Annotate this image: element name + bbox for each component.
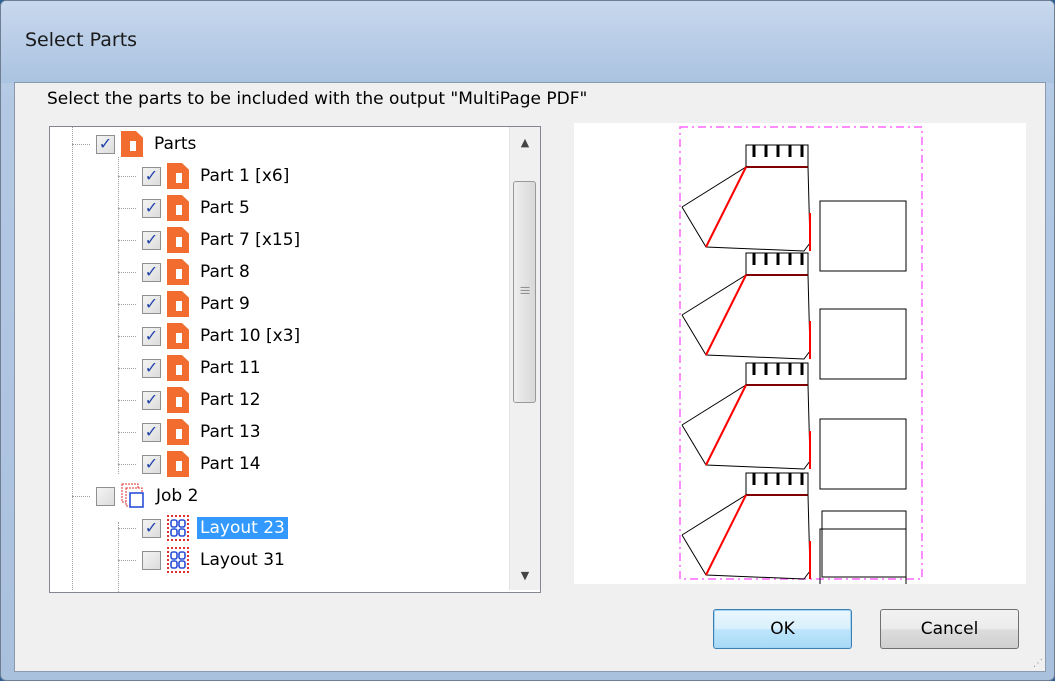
nest-group xyxy=(680,251,908,381)
tree-item-label: Part 14 xyxy=(200,454,261,474)
dialog-title: Select Parts xyxy=(25,29,138,51)
nest-preview-drawing xyxy=(679,126,923,601)
tree-connector xyxy=(118,176,136,177)
rect-part xyxy=(819,200,907,272)
checkbox-checked[interactable]: ✓ xyxy=(142,518,161,538)
part-icon xyxy=(167,323,189,349)
tree-connector xyxy=(118,400,136,401)
tree-item-label: Layout 23 xyxy=(197,517,288,539)
scroll-up-arrow-icon[interactable]: ▲ xyxy=(510,127,540,157)
rect-part xyxy=(821,510,907,578)
checkbox-checked[interactable]: ✓ xyxy=(142,166,161,186)
tree-connector xyxy=(118,240,136,241)
tree-connector xyxy=(118,432,136,433)
instruction-text: Select the parts to be included with the… xyxy=(47,89,588,109)
tree-item-label: Part 5 xyxy=(200,198,250,218)
part-icon xyxy=(167,195,189,221)
part-icon xyxy=(167,355,189,381)
tree-item[interactable]: ✓ Part 11 xyxy=(142,352,264,384)
checkbox-checked[interactable]: ✓ xyxy=(142,422,161,442)
tree-item[interactable]: ✓ Part 5 xyxy=(142,192,253,224)
tree-item[interactable]: ✓ Part 12 xyxy=(142,384,264,416)
part-icon xyxy=(167,227,189,253)
tree-item-label: Part 11 xyxy=(200,358,261,378)
checkbox-checked[interactable]: ✓ xyxy=(142,262,161,282)
checkbox-checked[interactable]: ✓ xyxy=(142,294,161,314)
tree-connector xyxy=(72,144,90,145)
nest-group xyxy=(681,144,907,272)
tree-item[interactable]: ✓ Layout 23 xyxy=(142,512,288,544)
tree-item[interactable]: ✓ Part 7 [x15] xyxy=(142,224,303,256)
nest-group xyxy=(680,361,908,491)
tree-item[interactable]: ✓ Part 14 xyxy=(142,448,264,480)
tree-connector xyxy=(118,560,136,561)
nest-group xyxy=(680,471,908,601)
dialog-body: Select the parts to be included with the… xyxy=(14,82,1046,672)
tree-connector xyxy=(118,464,136,465)
tree-connector xyxy=(118,304,136,305)
tree-connector xyxy=(118,272,136,273)
checkbox-checked[interactable]: ✓ xyxy=(142,230,161,250)
tree-connector xyxy=(118,528,136,529)
part-icon xyxy=(167,291,189,317)
checkbox-unchecked[interactable] xyxy=(142,550,161,570)
tree-item[interactable]: Layout 31 xyxy=(142,544,288,576)
tree-item[interactable]: ✓ Part 1 [x6] xyxy=(142,160,292,192)
tree-item[interactable]: ✓ Part 8 xyxy=(142,256,253,288)
wedge-part xyxy=(681,166,811,252)
grip-icon: — — — xyxy=(520,282,530,299)
job-icon xyxy=(121,483,145,509)
layout-icon xyxy=(167,515,189,541)
part-icon xyxy=(167,387,189,413)
scroll-down-arrow-icon[interactable]: ▼ xyxy=(510,560,540,590)
tree-connector xyxy=(118,208,136,209)
ok-button[interactable]: OK xyxy=(713,609,852,649)
tree-item[interactable]: ✓ Parts xyxy=(96,128,199,160)
tree-item-label: Part 10 [x3] xyxy=(200,326,301,346)
checkbox-checked[interactable]: ✓ xyxy=(142,390,161,410)
checkbox-checked[interactable]: ✓ xyxy=(142,326,161,346)
tree-item-label: Part 13 xyxy=(200,422,261,442)
layout-icon xyxy=(167,547,189,573)
layout-preview xyxy=(574,123,1026,601)
part-icon xyxy=(121,131,143,157)
tree-item-label: Part 12 xyxy=(200,390,261,410)
checkbox-checked[interactable]: ✓ xyxy=(142,358,161,378)
tree-item-label: Layout 31 xyxy=(200,550,285,570)
parts-tree[interactable]: ✓ Parts ✓ Part 1 [x6] ✓ Part 5 ✓ Part 7 [x15] ✓ P… xyxy=(49,126,541,593)
checkbox-checked[interactable]: ✓ xyxy=(96,134,115,154)
part-icon xyxy=(167,259,189,285)
tree-item-label: Part 7 [x15] xyxy=(200,230,301,250)
tree-item[interactable]: ✓ Part 9 xyxy=(142,288,253,320)
tree-connector xyxy=(118,368,136,369)
part-icon xyxy=(167,163,189,189)
tree-connector xyxy=(72,127,73,590)
tree-item-label: Parts xyxy=(154,134,197,154)
checkbox-unchecked[interactable] xyxy=(96,486,115,506)
tree-connector xyxy=(118,336,136,337)
tree-item-label: Part 8 xyxy=(200,262,250,282)
tree-item[interactable]: Job 2 xyxy=(96,480,201,512)
resize-grip-icon[interactable]: ⋰ xyxy=(1033,658,1043,669)
tree-connector xyxy=(118,157,119,474)
tree-item-label: Job 2 xyxy=(156,486,199,506)
tree-connector xyxy=(118,522,119,592)
title-bar[interactable]: Select Parts xyxy=(1,1,1054,83)
tree-rows: ✓ Parts ✓ Part 1 [x6] ✓ Part 5 ✓ Part 7 [x15] ✓ P… xyxy=(50,127,494,592)
tree-item[interactable]: ✓ Part 10 [x3] xyxy=(142,320,303,352)
tree-item-label: Part 1 [x6] xyxy=(200,166,290,186)
checkbox-checked[interactable]: ✓ xyxy=(142,198,161,218)
part-icon xyxy=(167,419,189,445)
tree-item-label: Part 9 xyxy=(200,294,250,314)
checkbox-checked[interactable]: ✓ xyxy=(142,454,161,474)
tree-scrollbar[interactable]: ▲ — — — ▼ xyxy=(509,127,540,590)
tree-connector xyxy=(72,496,90,497)
select-parts-dialog: Select Parts Select the parts to be incl… xyxy=(0,0,1055,681)
tree-item[interactable]: ✓ Part 13 xyxy=(142,416,264,448)
cancel-button[interactable]: Cancel xyxy=(880,609,1019,649)
part-icon xyxy=(167,451,189,477)
scroll-thumb[interactable]: — — — xyxy=(513,181,536,403)
